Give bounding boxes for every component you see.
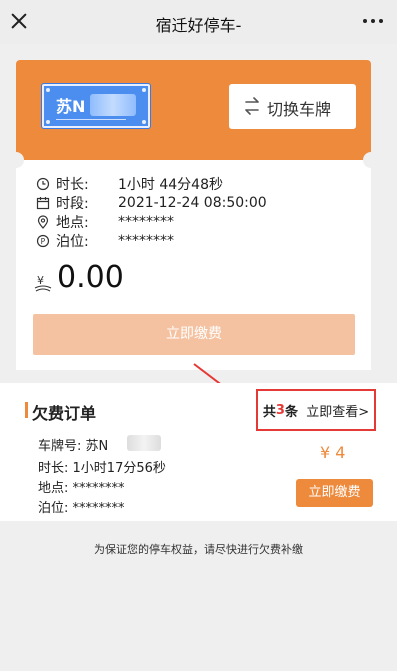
- duration-row: 时长: 1小时 44分48秒: [36, 174, 223, 194]
- arrears-notice: 为保证您的停车权益，请尽快进行欠费补缴: [94, 543, 303, 556]
- arrears-count-suffix: 条: [284, 404, 298, 420]
- arrears-plate-label: 车牌号:: [38, 439, 82, 454]
- calendar-icon: [36, 197, 50, 210]
- location-value: ********: [118, 214, 174, 230]
- view-now-label: 立即查看>: [306, 404, 370, 420]
- berth-label: 泊位:: [56, 234, 89, 250]
- location-row: 地点: ********: [36, 212, 174, 232]
- arrears-count-prefix: 共: [262, 404, 276, 420]
- swap-icon: [245, 97, 259, 115]
- ticket-notch: [8, 152, 24, 168]
- arrears-plate-row: 车牌号: 苏N: [38, 435, 108, 454]
- parking-fee-amount: 0.00: [57, 260, 124, 295]
- arrears-duration-row: 时长: 1小时17分56秒: [38, 457, 166, 476]
- period-row: 时段: 2021-12-24 08:50:00: [36, 193, 267, 213]
- pay-arrears-button[interactable]: 立即缴费: [296, 479, 373, 507]
- title-bar: 宿迁好停车-: [0, 0, 397, 44]
- arrears-count: 3: [275, 402, 285, 418]
- section-accent-bar: [25, 402, 28, 418]
- berth-row: P 泊位: ********: [36, 231, 174, 251]
- arrears-berth-row: 泊位: ********: [38, 497, 125, 516]
- arrears-location-label: 地点:: [38, 481, 69, 496]
- location-icon: [37, 215, 49, 229]
- arrears-amount: ¥ 4: [320, 443, 346, 462]
- switch-plate-label: 切换车牌: [267, 100, 332, 119]
- plate-prefix: 苏N: [56, 97, 86, 116]
- berth-value: ********: [118, 233, 174, 249]
- svg-text:¥: ¥: [37, 274, 44, 287]
- ticket-notch: [363, 152, 379, 168]
- arrears-berth-value: ********: [72, 501, 125, 516]
- plate-number-blurred: [127, 435, 161, 451]
- arrears-location-value: ********: [72, 481, 125, 496]
- parking-icon: P: [36, 234, 50, 248]
- yen-icon: ¥: [34, 274, 52, 292]
- arrears-berth-label: 泊位:: [38, 501, 69, 516]
- svg-text:P: P: [41, 237, 46, 246]
- arrears-title: 欠费订单: [32, 404, 97, 423]
- clock-icon: [36, 177, 50, 191]
- license-plate: 苏N: [42, 84, 150, 128]
- arrears-plate-value: 苏N: [85, 439, 109, 454]
- period-label: 时段:: [56, 196, 89, 212]
- arrears-location-row: 地点: ********: [38, 477, 125, 496]
- duration-value: 1小时 44分48秒: [118, 177, 223, 193]
- pay-now-button[interactable]: 立即缴费: [33, 314, 355, 355]
- more-icon[interactable]: [361, 14, 385, 28]
- plate-header-card: 苏N 切换车牌: [16, 60, 371, 160]
- view-arrears-link[interactable]: 共3条 立即查看>: [256, 389, 376, 431]
- arrears-duration-label: 时长:: [38, 461, 69, 476]
- plate-number-blurred: [90, 94, 136, 116]
- page-title: 宿迁好停车-: [155, 16, 242, 35]
- location-label: 地点:: [56, 215, 89, 231]
- period-value: 2021-12-24 08:50:00: [118, 195, 267, 211]
- duration-label: 时长:: [56, 177, 89, 193]
- arrears-duration-value: 1小时17分56秒: [72, 461, 166, 476]
- switch-plate-button[interactable]: 切换车牌: [229, 84, 356, 129]
